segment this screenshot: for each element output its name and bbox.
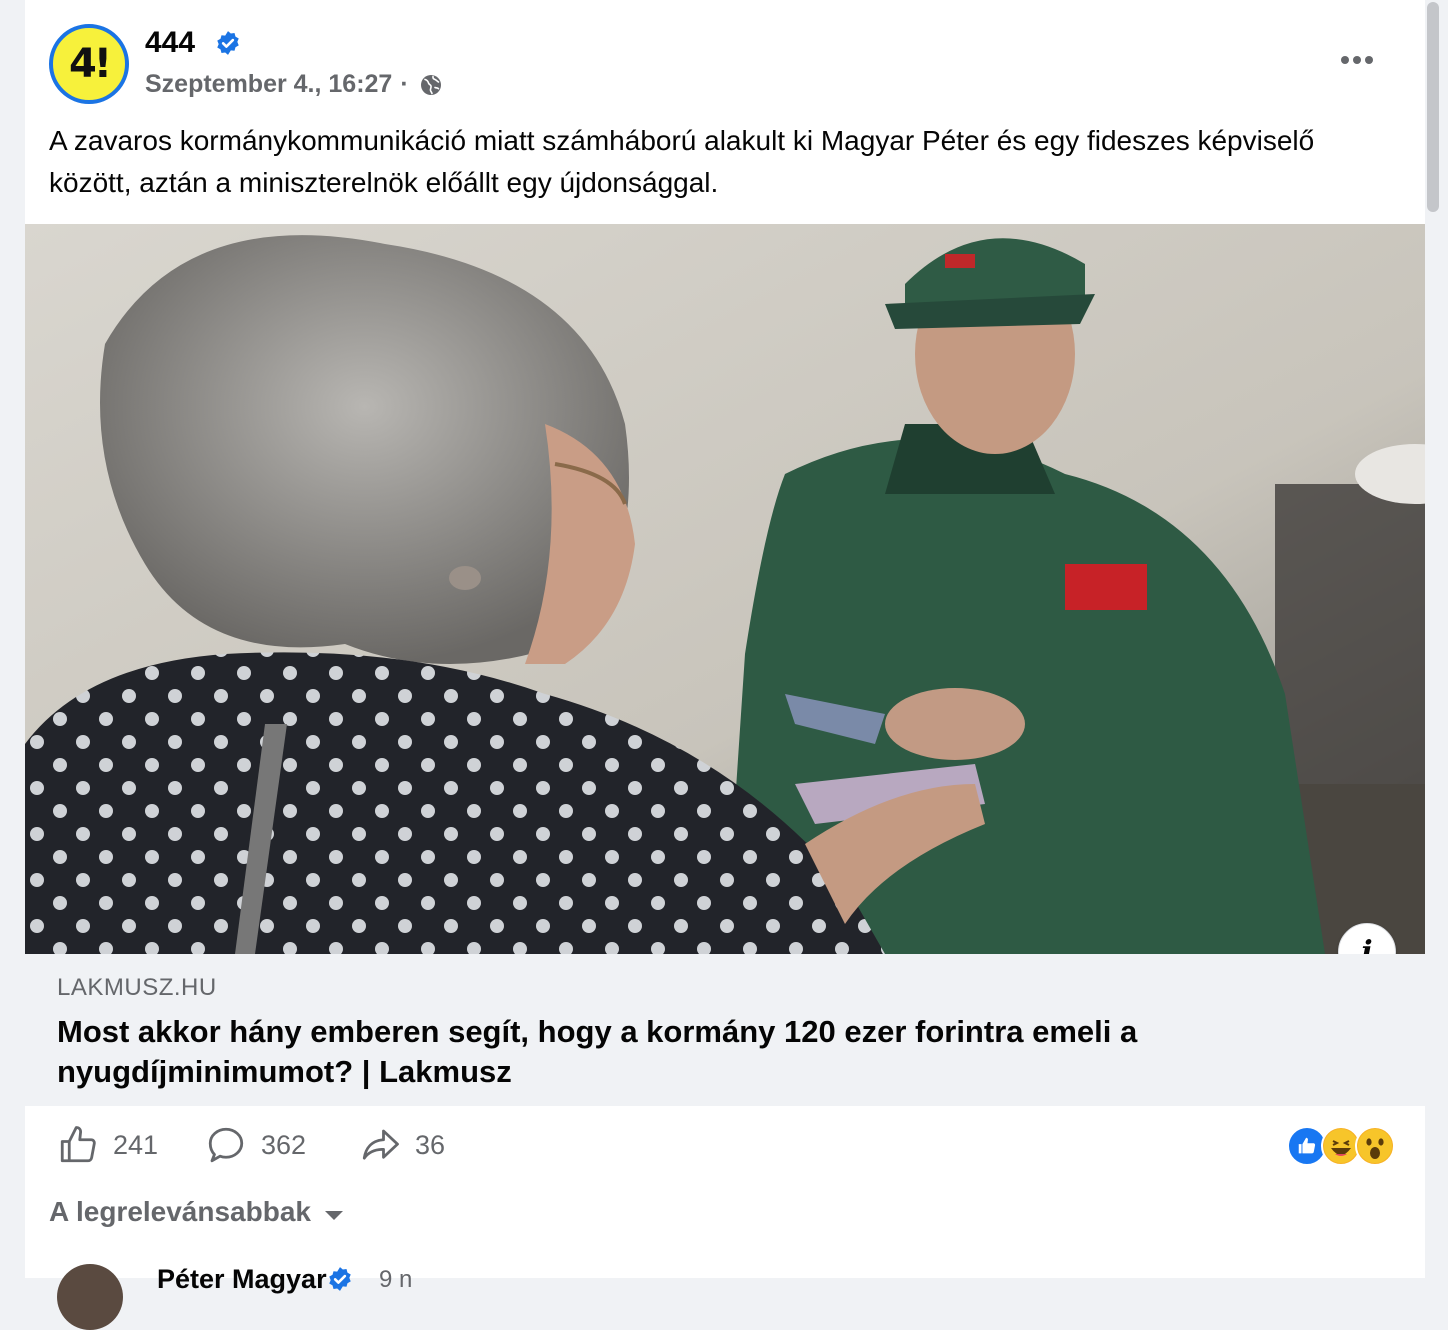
- post-timestamp[interactable]: Szeptember 4., 16:27: [145, 70, 392, 99]
- verified-badge-icon: [217, 31, 239, 55]
- post-image[interactable]: [25, 224, 1425, 954]
- share-icon: [362, 1129, 399, 1160]
- reactions-summary[interactable]: [1287, 1126, 1395, 1166]
- scrollbar-thumb[interactable]: [1427, 2, 1439, 212]
- like-action[interactable]: 241: [57, 1124, 158, 1166]
- commenter-avatar[interactable]: [57, 1264, 123, 1330]
- link-domain: LAKMUSZ.HU: [57, 974, 217, 1001]
- comment-preview: Péter Magyar 9 n: [57, 1262, 557, 1330]
- comment-action[interactable]: 362: [205, 1124, 306, 1166]
- share-count: 36: [415, 1129, 446, 1160]
- link-preview[interactable]: LAKMUSZ.HU Most akkor hány emberen segít…: [25, 954, 1425, 1106]
- photo-illustration: [25, 224, 1425, 954]
- page-avatar[interactable]: 4!: [49, 24, 129, 104]
- more-options-button[interactable]: [1335, 40, 1379, 80]
- post-text: A zavaros kormánykommunikáció miatt szám…: [49, 125, 1315, 198]
- post-card: 4! 444 Szeptember 4., 16:27 · A zavaros …: [25, 0, 1439, 1330]
- globe-icon: [420, 74, 441, 95]
- wow-reaction-icon: [1355, 1126, 1395, 1166]
- page-logo: 4!: [68, 41, 112, 87]
- page-name[interactable]: 444: [145, 26, 195, 60]
- comment-icon: [208, 1127, 244, 1163]
- like-count: 241: [113, 1129, 159, 1160]
- sort-label: A legrelevánsabbak: [49, 1196, 311, 1227]
- share-action[interactable]: 36: [359, 1124, 445, 1166]
- like-icon: [60, 1126, 96, 1163]
- post-actions: 241 362 36: [25, 1118, 1425, 1178]
- commenter-name[interactable]: Péter Magyar: [157, 1264, 327, 1295]
- post-meta: Szeptember 4., 16:27 ·: [145, 70, 443, 99]
- comment-time: 9 n: [379, 1266, 413, 1293]
- meta-separator: ·: [400, 70, 409, 98]
- commenter-verified-icon: [329, 1267, 351, 1291]
- chevron-down-icon: [324, 1210, 343, 1220]
- link-title[interactable]: Most akkor hány emberen segít, hogy a ko…: [57, 1012, 1357, 1092]
- more-dots-icon: [1341, 56, 1373, 64]
- comment-count: 362: [261, 1129, 307, 1160]
- comment-sort-dropdown[interactable]: A legrelevánsabbak: [49, 1196, 343, 1228]
- scrollbar[interactable]: [1424, 0, 1442, 216]
